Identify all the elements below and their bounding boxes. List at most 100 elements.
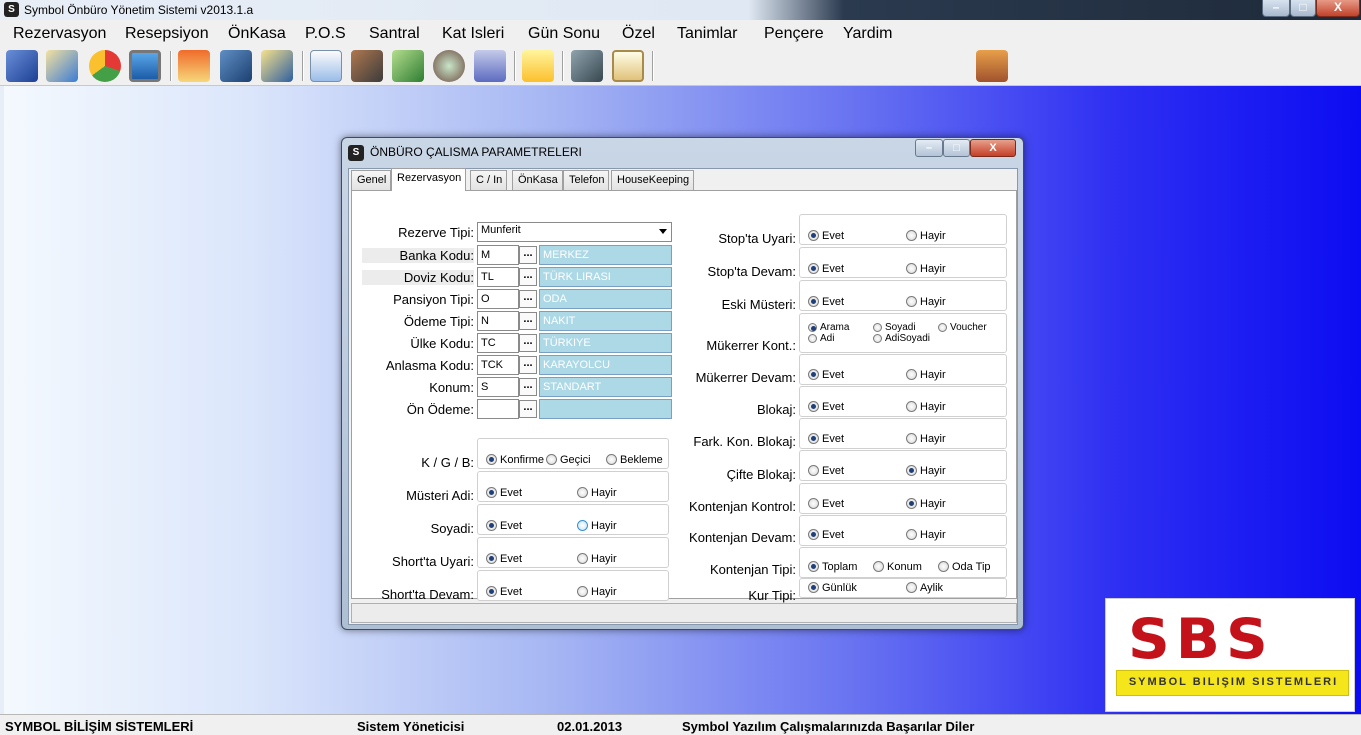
stopta-uyari-hayir-radio[interactable]: Hayir: [906, 230, 946, 242]
exit-icon[interactable]: [976, 50, 1008, 82]
kontenjan-devam-evet-radio[interactable]: Evet: [808, 529, 844, 541]
option-label: Evet: [822, 369, 845, 381]
kontenjan-tipi-toplam-radio[interactable]: Toplam: [808, 561, 857, 573]
mukerrer-adisoyadi-radio[interactable]: AdiSoyadi: [873, 333, 930, 344]
konum-input[interactable]: S: [477, 377, 519, 397]
menu-santral[interactable]: Santral: [369, 25, 420, 43]
kgb-gecici-radio[interactable]: Geçici: [546, 454, 591, 466]
shortta-uyari-hayir-radio[interactable]: Hayir: [577, 553, 617, 565]
ulke-kodu-lookup-button[interactable]: ...: [519, 334, 537, 352]
eski-musteri-radio-group: Evet Hayir: [799, 280, 1007, 311]
tab-housekeeping[interactable]: HouseKeeping: [611, 170, 695, 190]
kgb-bekleme-radio[interactable]: Bekleme: [606, 454, 663, 466]
maximize-button[interactable]: □: [1290, 0, 1316, 17]
monitor-icon[interactable]: [129, 50, 161, 82]
menu-yardim[interactable]: Yardim: [843, 25, 893, 43]
musteri-adi-evet-radio[interactable]: Evet: [486, 487, 522, 499]
pencil-note-icon[interactable]: [261, 50, 293, 82]
person-search-icon[interactable]: [351, 50, 383, 82]
shortta-uyari-evet-radio[interactable]: Evet: [486, 553, 522, 565]
kontenjan-kontrol-hayir-radio[interactable]: Hayir: [906, 498, 946, 510]
server-icon[interactable]: [571, 50, 603, 82]
on-odeme-lookup-button[interactable]: ...: [519, 400, 537, 418]
radio-on-icon: [808, 561, 819, 572]
cifte-blokaj-hayir-radio[interactable]: Hayir: [906, 465, 946, 477]
konum-lookup-button[interactable]: ...: [519, 378, 537, 396]
radio-on-icon: [808, 296, 819, 307]
stopta-uyari-evet-radio[interactable]: Evet: [808, 230, 844, 242]
menu-gun-sonu[interactable]: Gün Sonu: [528, 25, 600, 43]
calculator-icon[interactable]: [474, 50, 506, 82]
document-icon[interactable]: [310, 50, 342, 82]
eski-musteri-hayir-radio[interactable]: Hayir: [906, 296, 946, 308]
dialog-close-button[interactable]: X: [970, 139, 1016, 157]
kontenjan-tipi-konum-radio[interactable]: Konum: [873, 561, 922, 573]
checklist-icon[interactable]: [46, 50, 78, 82]
soyadi-hayir-radio[interactable]: Hayir: [577, 520, 617, 532]
mukerrer-adi-radio[interactable]: Adi: [808, 333, 834, 344]
money-icon[interactable]: [392, 50, 424, 82]
odeme-tipi-input[interactable]: N: [477, 311, 519, 331]
menu-rezervasyon[interactable]: Rezervasyon: [13, 25, 106, 43]
menu-pencere[interactable]: Pençere: [764, 25, 824, 43]
tab-telefon[interactable]: Telefon: [563, 170, 610, 190]
kgb-konfirme-radio[interactable]: Konfirme: [486, 454, 544, 466]
fark-kon-blokaj-evet-radio[interactable]: Evet: [808, 433, 844, 445]
satellite-icon[interactable]: [220, 50, 252, 82]
close-button[interactable]: X: [1316, 0, 1360, 17]
stopta-devam-evet-radio[interactable]: Evet: [808, 263, 844, 275]
banka-kodu-input[interactable]: M: [477, 245, 519, 265]
shortta-devam-hayir-radio[interactable]: Hayir: [577, 586, 617, 598]
kontenjan-devam-hayir-radio[interactable]: Hayir: [906, 529, 946, 541]
shortta-devam-evet-radio[interactable]: Evet: [486, 586, 522, 598]
ulke-kodu-input[interactable]: TC: [477, 333, 519, 353]
dialog-minimize-button[interactable]: –: [915, 139, 943, 157]
cifte-blokaj-evet-radio[interactable]: Evet: [808, 465, 844, 477]
kur-tipi-aylik-radio[interactable]: Aylik: [906, 582, 943, 594]
on-odeme-input[interactable]: [477, 399, 519, 419]
blokaj-evet-radio[interactable]: Evet: [808, 401, 844, 413]
menu-pos[interactable]: P.O.S: [305, 25, 346, 43]
mukerrer-devam-evet-radio[interactable]: Evet: [808, 369, 844, 381]
menu-resepsiyon[interactable]: Resepsiyon: [125, 25, 209, 43]
home-icon[interactable]: [178, 50, 210, 82]
edit-icon[interactable]: [6, 50, 38, 82]
tab-check-in[interactable]: C / In: [470, 170, 508, 190]
tab-rezervasyon[interactable]: Rezervasyon: [391, 168, 467, 191]
odeme-tipi-lookup-button[interactable]: ...: [519, 312, 537, 330]
globe-icon[interactable]: [433, 50, 465, 82]
tab-onkasa[interactable]: ÖnKasa: [512, 170, 563, 190]
pansiyon-tipi-lookup-button[interactable]: ...: [519, 290, 537, 308]
dialog-maximize-button[interactable]: □: [943, 139, 970, 157]
notepad-icon[interactable]: [612, 50, 644, 82]
mukerrer-soyadi-radio[interactable]: Soyadi: [873, 322, 916, 333]
mukerrer-devam-hayir-radio[interactable]: Hayir: [906, 369, 946, 381]
mukerrer-voucher-radio[interactable]: Voucher: [938, 322, 987, 333]
banka-kodu-lookup-button[interactable]: ...: [519, 246, 537, 264]
soyadi-evet-radio[interactable]: Evet: [486, 520, 522, 532]
eski-musteri-evet-radio[interactable]: Evet: [808, 296, 844, 308]
kontenjan-tipi-oda-tip-radio[interactable]: Oda Tip: [938, 561, 991, 573]
kur-tipi-gunluk-radio[interactable]: Günlük: [808, 582, 857, 594]
rezerve-tipi-select[interactable]: Munferit: [477, 222, 672, 242]
menu-ozel[interactable]: Özel: [622, 25, 655, 43]
pansiyon-tipi-input[interactable]: O: [477, 289, 519, 309]
pie-chart-icon[interactable]: [89, 50, 121, 82]
blokaj-hayir-radio[interactable]: Hayir: [906, 401, 946, 413]
minimize-button[interactable]: –: [1262, 0, 1290, 17]
kontenjan-kontrol-evet-radio[interactable]: Evet: [808, 498, 844, 510]
doviz-kodu-lookup-button[interactable]: ...: [519, 268, 537, 286]
musteri-adi-hayir-radio[interactable]: Hayir: [577, 487, 617, 499]
mukerrer-arama-radio[interactable]: Arama: [808, 322, 849, 333]
sticky-note-icon[interactable]: [522, 50, 554, 82]
menu-tanimlar[interactable]: Tanimlar: [677, 25, 737, 43]
menu-onkasa[interactable]: ÖnKasa: [228, 25, 286, 43]
anlasma-kodu-lookup-button[interactable]: ...: [519, 356, 537, 374]
fark-kon-blokaj-hayir-radio[interactable]: Hayir: [906, 433, 946, 445]
menu-kat-isleri[interactable]: Kat Isleri: [442, 25, 504, 43]
doviz-kodu-input[interactable]: TL: [477, 267, 519, 287]
dialog-status-strip: [351, 603, 1017, 623]
stopta-devam-hayir-radio[interactable]: Hayir: [906, 263, 946, 275]
tab-genel[interactable]: Genel: [351, 170, 392, 190]
anlasma-kodu-input[interactable]: TCK: [477, 355, 519, 375]
